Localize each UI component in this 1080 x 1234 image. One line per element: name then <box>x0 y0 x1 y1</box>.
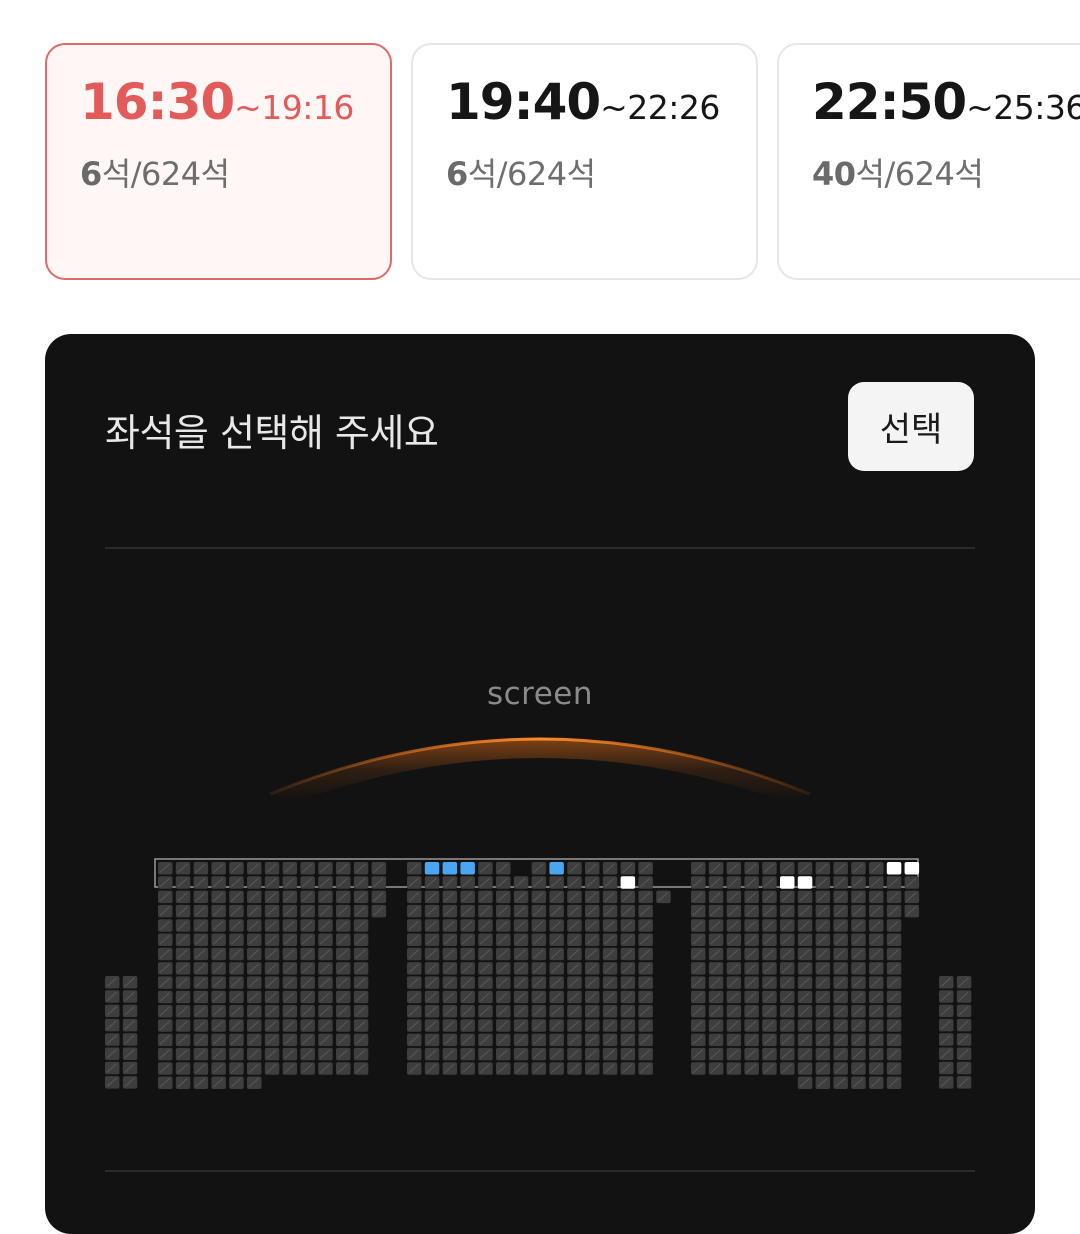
end-time: ~25:36 <box>966 88 1080 127</box>
seat-highlight[interactable] <box>460 862 475 875</box>
start-time: 16:30 <box>80 73 235 131</box>
seat-available[interactable] <box>904 862 920 875</box>
total-seats: 석/624석 <box>101 155 230 193</box>
showtime-card-1[interactable]: 16:30~19:16 6석/624석 <box>45 43 392 280</box>
seat-highlight[interactable] <box>549 862 564 875</box>
start-time: 22:50 <box>812 73 967 131</box>
total-seats: 석/624석 <box>467 155 596 193</box>
start-time: 19:40 <box>446 73 601 131</box>
seat-count: 40석/624석 <box>812 149 984 195</box>
showtime-time: 22:50~25:36 <box>812 73 1080 131</box>
showtime-time: 16:30~19:16 <box>80 73 354 131</box>
available-seats: 40 <box>812 155 856 193</box>
seat-available[interactable] <box>797 876 813 889</box>
seat-highlight[interactable] <box>442 862 458 875</box>
showtime-card-2[interactable]: 19:40~22:26 6석/624석 <box>411 43 758 280</box>
seat-available[interactable] <box>886 862 902 875</box>
showtime-card-3[interactable]: 22:50~25:36 40석/624석 <box>777 43 1080 280</box>
seat-available[interactable] <box>620 876 636 889</box>
available-seats: 6 <box>80 155 102 193</box>
seat-map <box>105 858 972 1089</box>
total-seats: 석/624석 <box>855 155 984 193</box>
end-time: ~22:26 <box>600 88 720 127</box>
end-time: ~19:16 <box>234 88 354 127</box>
showtime-time: 19:40~22:26 <box>446 73 720 131</box>
available-seats: 6 <box>446 155 468 193</box>
seat-highlight[interactable] <box>424 862 440 875</box>
seat-count: 6석/624석 <box>446 149 596 195</box>
seat-selection-panel: 좌석을 선택해 주세요 선택 screen <box>45 334 1035 1234</box>
bottom-divider <box>105 1170 975 1172</box>
seat-count: 6석/624석 <box>80 149 230 195</box>
seat-available[interactable] <box>780 876 795 889</box>
